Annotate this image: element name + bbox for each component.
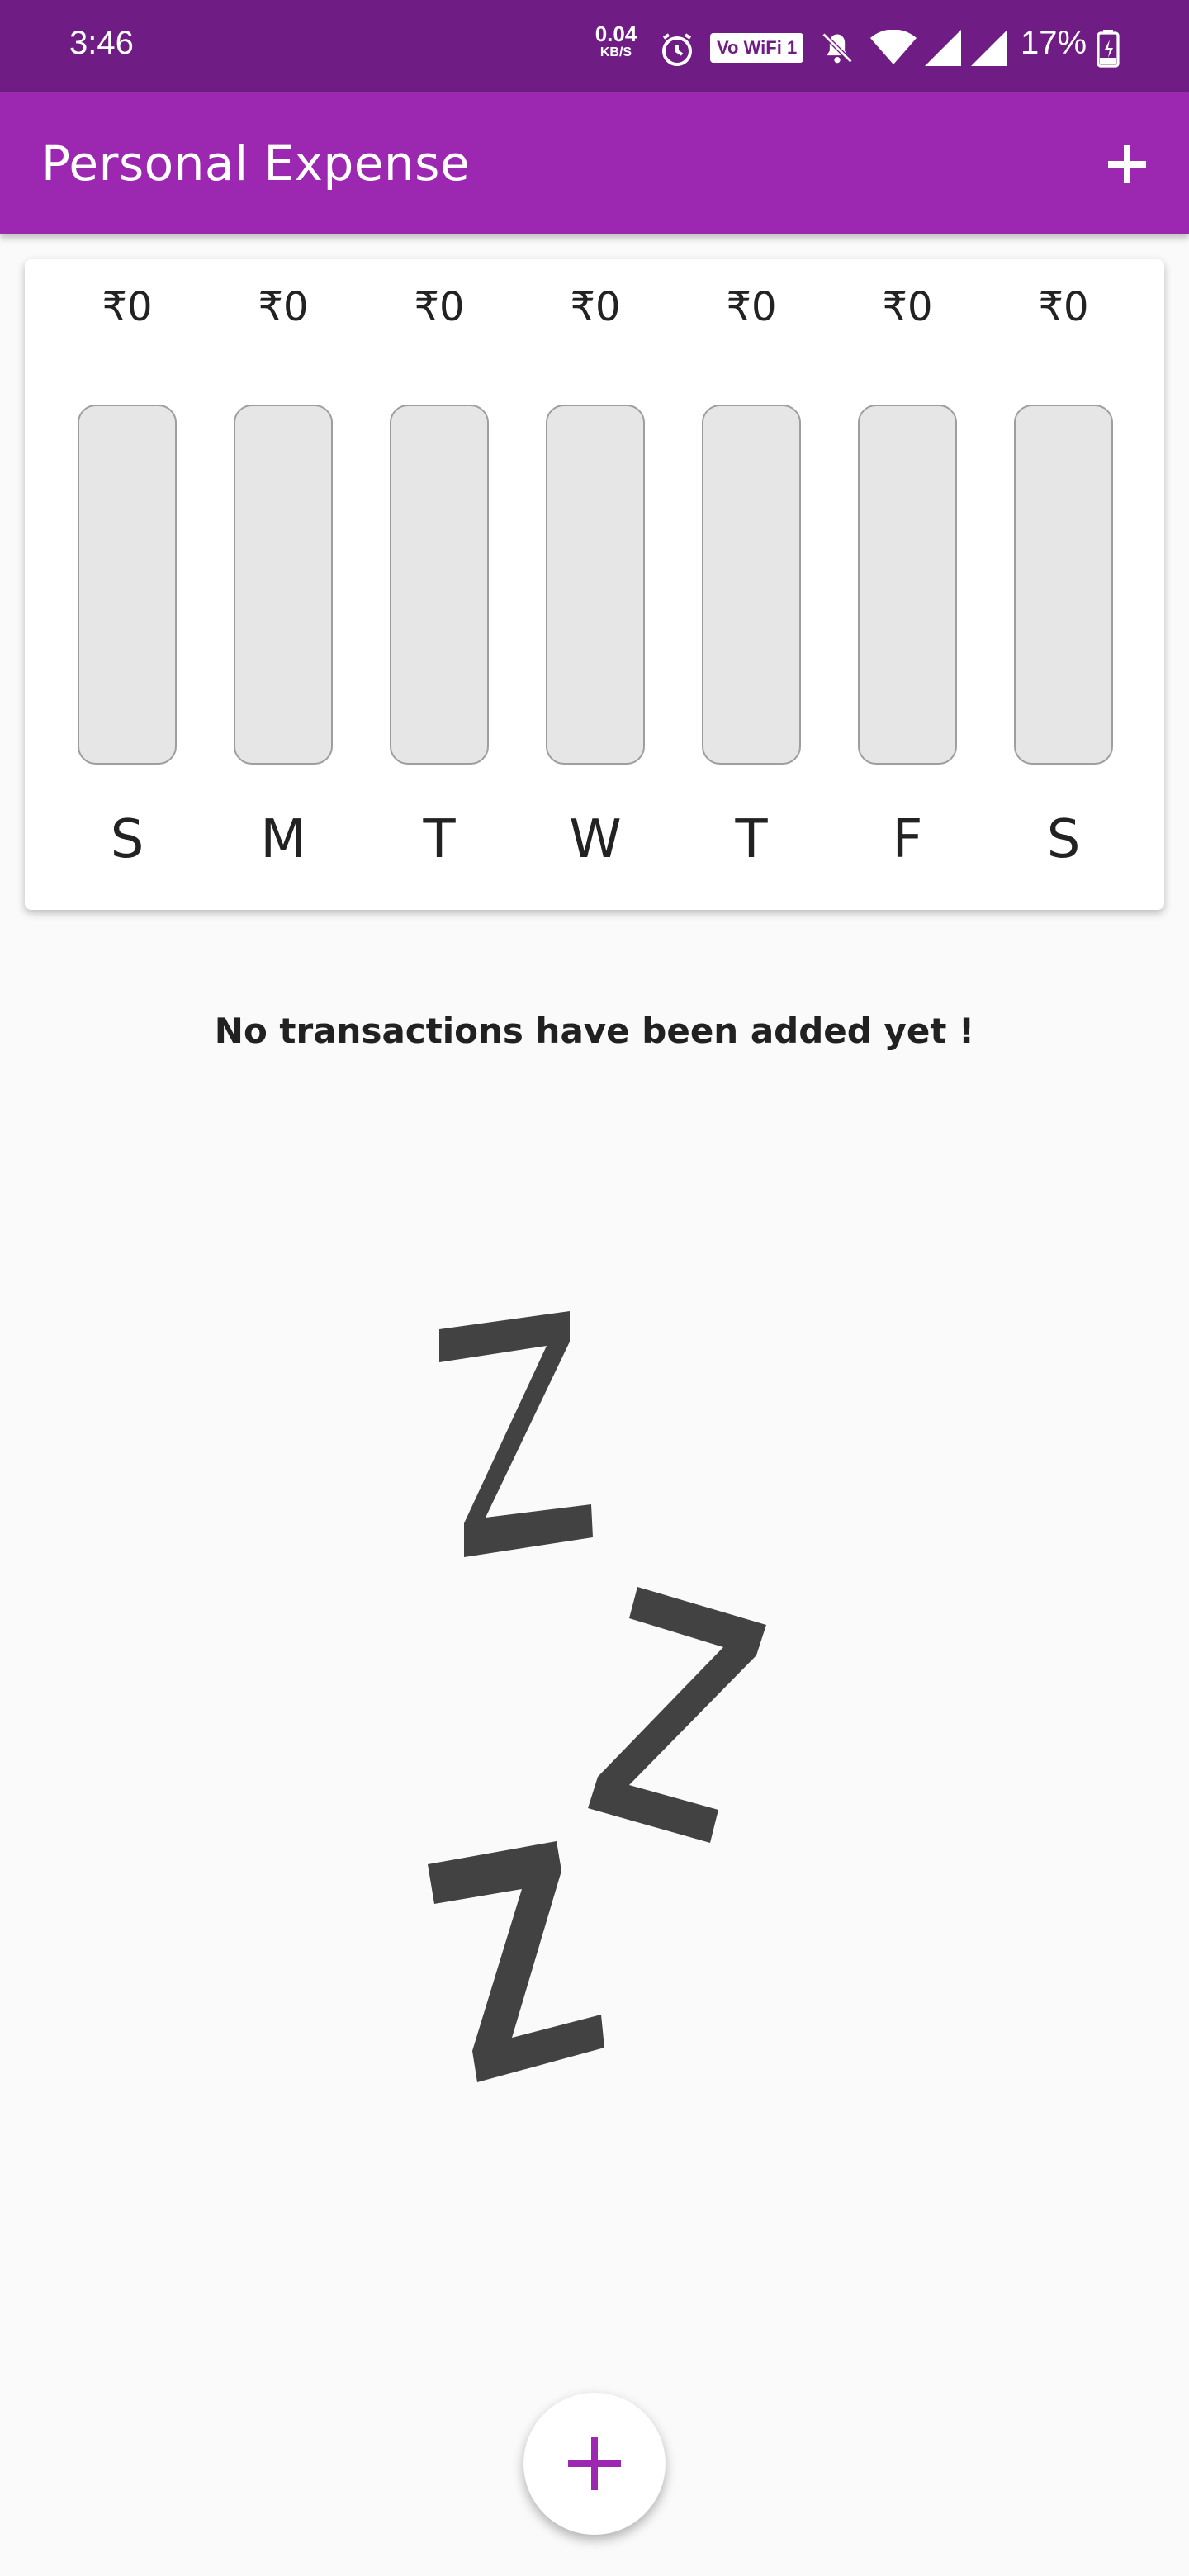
bar-day-label: W: [569, 809, 622, 870]
chart-bar-column: ₹0 T: [702, 259, 801, 910]
bar-day-label: T: [735, 809, 768, 870]
status-time: 3:46: [69, 25, 134, 61]
mute-notifications-icon: [822, 32, 853, 64]
weekly-chart-card: ₹0 S ₹0 M ₹0 T ₹0 W ₹0 T ₹0 F ₹0 S: [25, 259, 1164, 910]
chart-bar-column: ₹0 F: [858, 259, 957, 910]
bar-track: [78, 405, 177, 765]
plus-icon: [568, 2437, 621, 2490]
bar-day-label: S: [110, 809, 144, 870]
app-bar: Personal Expense: [0, 92, 1189, 234]
empty-state-message: No transactions have been added yet !: [214, 1011, 975, 1051]
bar-amount-label: ₹0: [882, 284, 933, 330]
wifi-calling-icon: Vo WiFi 1: [710, 33, 804, 63]
wifi-icon: [870, 30, 917, 64]
bar-amount-label: ₹0: [102, 284, 153, 330]
bar-track: [234, 405, 333, 765]
chart-bar-column: ₹0 T: [390, 259, 489, 910]
network-speed-unit: KB/S: [599, 45, 632, 59]
plus-icon: [1108, 145, 1146, 183]
network-speed: 0.04 KB/S: [590, 23, 642, 59]
signal-icon: [925, 30, 961, 66]
app-title: Personal Expense: [41, 135, 471, 192]
status-bar: 3:46 0.04 KB/S Vo WiFi 1 17%: [0, 0, 1189, 92]
bar-track: [390, 405, 489, 765]
chart-bar-column: ₹0 W: [546, 259, 645, 910]
bar-amount-label: ₹0: [570, 284, 621, 330]
sleeping-zzz-icon: [428, 1311, 766, 2082]
bar-amount-label: ₹0: [726, 284, 777, 330]
chart-bar-column: ₹0 M: [234, 259, 333, 910]
chart-bar-column: ₹0 S: [1014, 259, 1113, 910]
bar-track: [702, 405, 801, 765]
bar-day-label: F: [892, 809, 923, 870]
add-transaction-button[interactable]: [1098, 135, 1156, 193]
bar-day-label: T: [423, 809, 456, 870]
bar-amount-label: ₹0: [258, 284, 309, 330]
bar-track: [1014, 405, 1113, 765]
bar-amount-label: ₹0: [414, 284, 465, 330]
bar-day-label: S: [1046, 809, 1081, 870]
alarm-icon: [662, 33, 692, 66]
add-transaction-fab[interactable]: [523, 2393, 666, 2535]
battery-charging-icon: [1097, 30, 1120, 68]
bar-track: [546, 405, 645, 765]
battery-percent: 17%: [1021, 25, 1087, 61]
bar-day-label: M: [260, 809, 306, 870]
bar-amount-label: ₹0: [1038, 284, 1089, 330]
chart-bar-column: ₹0 S: [78, 259, 177, 910]
network-speed-value: 0.04: [594, 21, 637, 46]
bar-track: [858, 405, 957, 765]
signal-icon: [971, 30, 1007, 66]
